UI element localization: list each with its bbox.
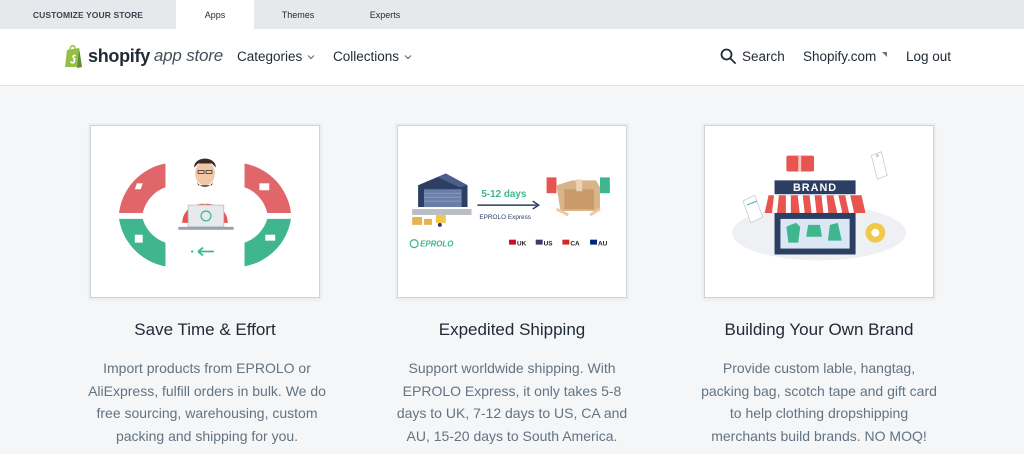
- chevron-down-icon: [404, 54, 412, 59]
- nav-shopify-com[interactable]: Shopify.com: [803, 49, 888, 64]
- shopify-app-store-logo[interactable]: shopify app store: [64, 43, 223, 69]
- logo-sub-text: app store: [153, 46, 223, 65]
- feature-title-own-brand: Building Your Own Brand: [724, 320, 914, 339]
- illustration-expedited-shipping: 5-12 days EPROLO Express EPROLO UK US CA…: [397, 125, 627, 298]
- brand-illustration: BRAND: [732, 151, 906, 261]
- country-au: AU: [598, 241, 608, 248]
- tab-themes[interactable]: Themes: [254, 0, 342, 29]
- nav-collections-label: Collections: [333, 49, 400, 64]
- country-ca: CA: [570, 241, 580, 248]
- nav-search[interactable]: Search: [720, 48, 785, 64]
- nav-collections[interactable]: Collections: [333, 49, 412, 64]
- nav-categories-label: Categories: [237, 49, 303, 64]
- save-time-illustration: [119, 158, 291, 267]
- shipping-illustration: 5-12 days EPROLO Express EPROLO UK US CA…: [409, 173, 610, 249]
- nav-categories[interactable]: Categories: [237, 49, 315, 64]
- feature-title-expedited-shipping: Expedited Shipping: [438, 320, 586, 339]
- app-store-header: shopify app store Categories Collections…: [0, 29, 1024, 86]
- tab-customize-your-store[interactable]: CUSTOMIZE YOUR STORE: [0, 0, 176, 29]
- chevron-down-icon: [307, 54, 315, 59]
- illustration-own-brand: BRAND: [704, 125, 934, 298]
- tab-apps[interactable]: Apps: [176, 0, 254, 29]
- nav-shopify-com-label: Shopify.com: [803, 49, 877, 64]
- country-uk: UK: [517, 241, 527, 248]
- nav-log-out[interactable]: Log out: [906, 49, 951, 64]
- shopify-bag-icon: [65, 45, 82, 68]
- feature-desc-save-time: Import products from EPROLO or AliExpres…: [88, 360, 326, 444]
- logo-brand-text: shopify: [88, 45, 150, 66]
- tab-experts[interactable]: Experts: [342, 0, 428, 29]
- brand-sign-text: BRAND: [793, 182, 837, 194]
- feature-desc-own-brand: Provide custom lable, hangtag, packing b…: [701, 360, 937, 444]
- search-icon: [720, 48, 736, 64]
- top-tab-strip: CUSTOMIZE YOUR STORE Apps Themes Experts: [0, 0, 1024, 29]
- feature-title-save-time: Save Time & Effort: [134, 320, 276, 339]
- illustration-save-time: [90, 125, 320, 298]
- feature-desc-expedited-shipping: Support worldwide shipping. With EPROLO …: [396, 360, 628, 444]
- external-link-icon: [882, 52, 888, 57]
- country-us: US: [544, 241, 554, 248]
- shipping-days-text: 5-12 days: [481, 189, 527, 200]
- eprolo-logo-text: EPROLO: [420, 240, 453, 249]
- shipping-service-text: EPROLO Express: [479, 214, 531, 221]
- nav-search-label: Search: [742, 48, 785, 64]
